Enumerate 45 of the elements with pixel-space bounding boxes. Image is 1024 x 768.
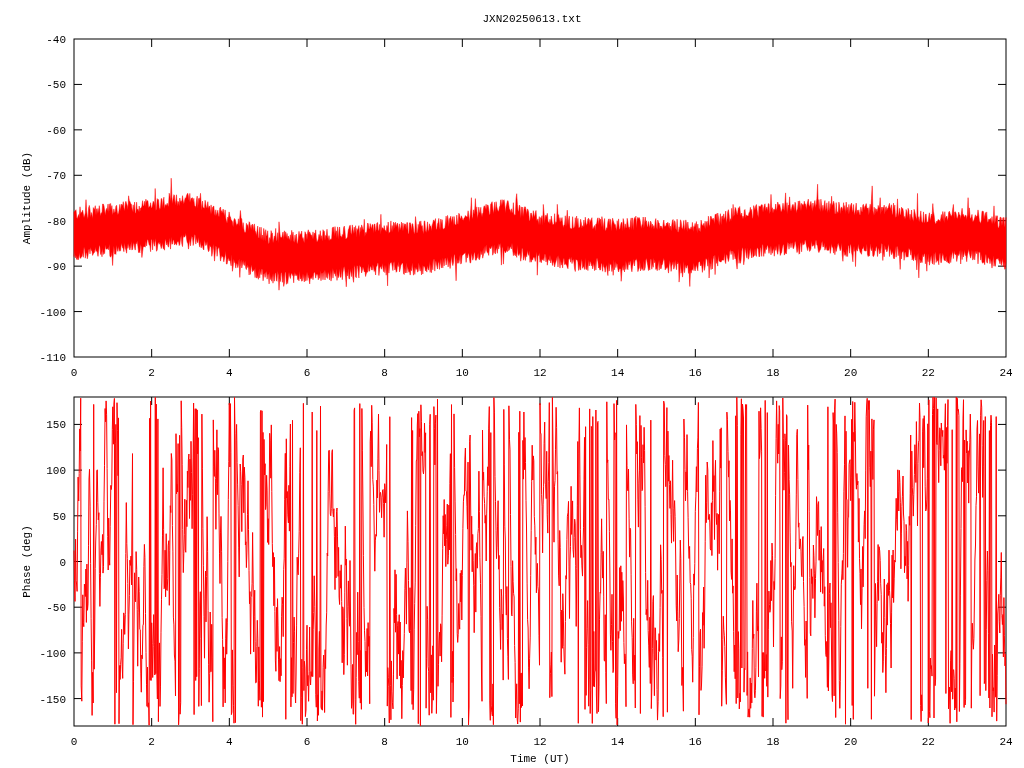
axis-tick-label: 8 [381,367,388,379]
axis-tick-label: -60 [46,124,66,137]
axis-tick-label: -50 [46,602,66,615]
axis-label: Time (UT) [510,753,570,765]
axis-tick-label: 0 [70,736,78,748]
axis-tick-label: 20 [844,736,858,748]
axis-tick-label: 22 [921,367,935,379]
axis-tick-label: 14 [611,367,625,379]
axis-tick-label: -80 [46,215,66,228]
axis-tick-label: 18 [766,367,780,379]
axis-label: Amplitude (dB) [21,151,33,245]
axis-tick-label: 2 [148,367,155,379]
axis-tick-label: 100 [46,465,66,478]
axis-tick-label: -90 [46,261,66,274]
axis-tick-label: 6 [303,736,311,748]
axis-tick-label: 50 [52,510,66,523]
axis-tick-label: 6 [303,367,311,379]
axis-tick-label: 24 [999,736,1013,748]
chart-title: JXN20250613.txt [482,13,582,25]
axis-tick-label: 0 [70,367,78,379]
axis-tick-label: 12 [533,736,547,748]
axis-tick-label: -40 [46,34,66,46]
axis-label: Phase (deg) [21,525,33,598]
axis-tick-label: 2 [148,736,155,748]
axis-tick-label: 0 [59,556,66,569]
axis-tick-label: 18 [766,736,780,748]
axis-tick-label: 150 [46,419,66,432]
axis-tick-label: -50 [46,79,66,92]
axis-tick-label: 24 [999,367,1013,379]
axis-tick-label: 14 [611,736,625,748]
axis-tick-label: 8 [381,736,388,748]
axis-tick-label: 4 [226,367,233,379]
axis-tick-label: -100 [39,306,66,319]
axis-tick-label: 10 [455,736,469,748]
axis-tick-label: -110 [39,352,66,364]
axis-tick-label: 16 [688,736,702,748]
axis-tick-label: 12 [533,367,547,379]
axis-tick-label: 20 [844,367,858,379]
axis-tick-label: 4 [226,736,233,748]
axis-tick-label: 22 [921,736,935,748]
axis-tick-label: 16 [688,367,702,379]
axis-tick-label: -70 [46,170,66,183]
axis-tick-label: 10 [455,367,469,379]
axis-tick-label: -100 [39,647,66,660]
axis-tick-label: -150 [39,693,66,706]
